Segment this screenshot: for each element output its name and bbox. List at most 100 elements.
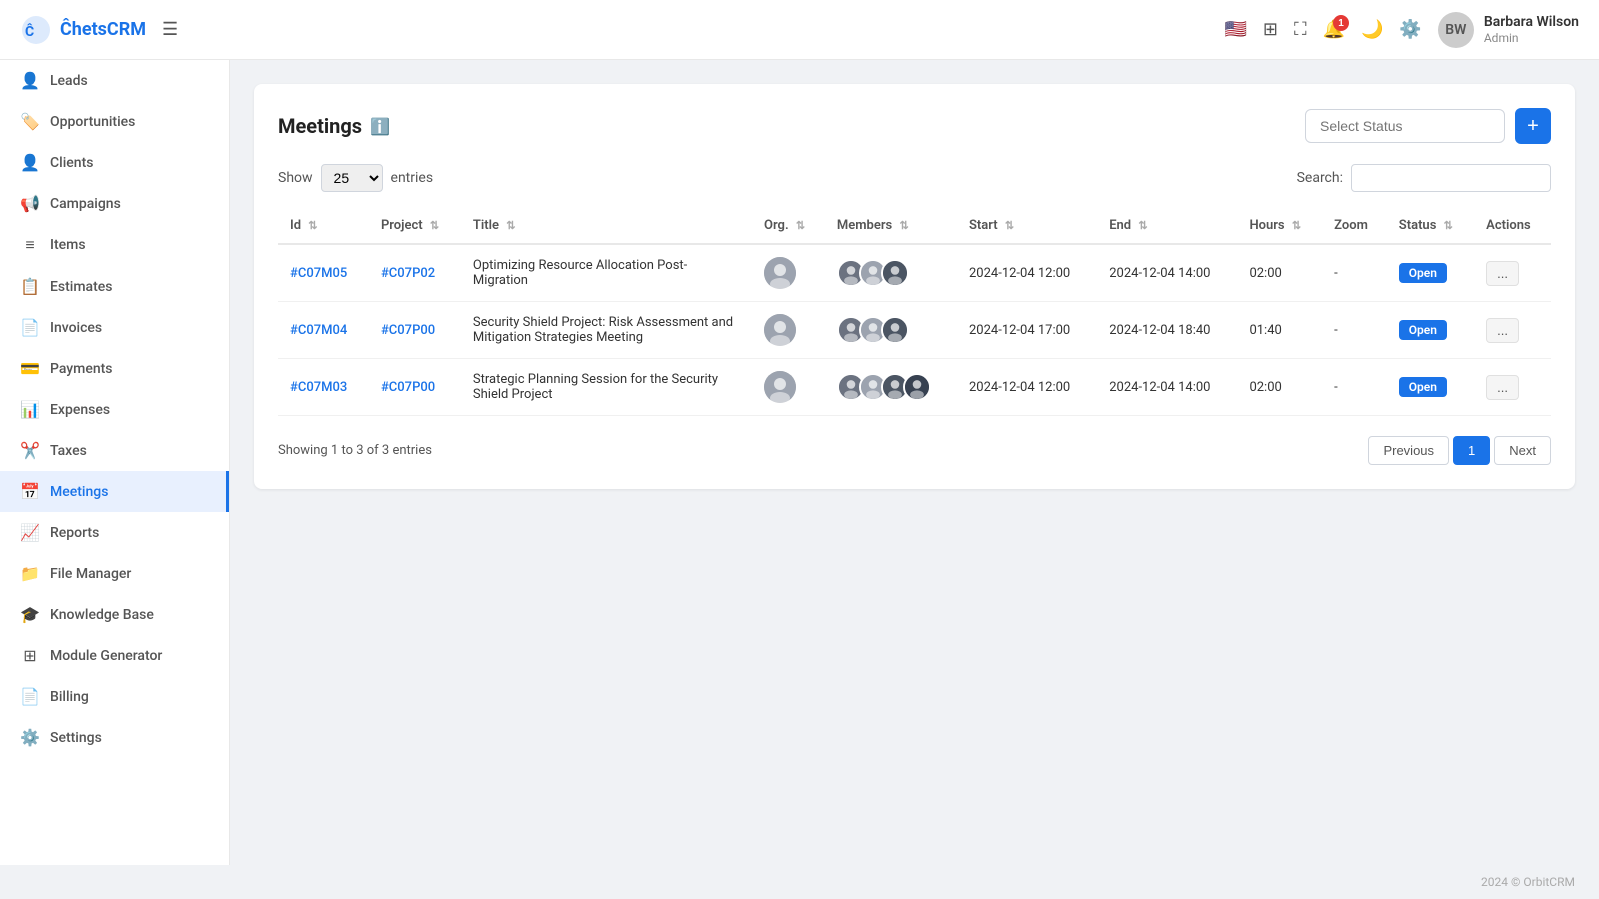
cell-actions: ... [1474, 244, 1551, 302]
member-avatars [837, 373, 945, 401]
sidebar-item-meetings[interactable]: 📅 Meetings [0, 471, 229, 512]
sidebar-item-payments[interactable]: 💳 Payments [0, 348, 229, 389]
sort-icon-title: ⇅ [506, 219, 515, 232]
hamburger-button[interactable]: ☰ [162, 19, 178, 40]
sidebar-item-clients[interactable]: 👤 Clients [0, 142, 229, 183]
cell-org [752, 302, 825, 359]
page-title-row: Meetings ℹ️ [278, 114, 390, 138]
cell-end: 2024-12-04 18:40 [1097, 302, 1237, 359]
sidebar-item-module-generator[interactable]: ⊞ Module Generator [0, 635, 229, 676]
sidebar-item-estimates[interactable]: 📋 Estimates [0, 266, 229, 307]
entries-select[interactable]: 102550100 [321, 164, 383, 192]
user-info: Barbara Wilson Admin [1484, 13, 1579, 47]
action-menu-button[interactable]: ... [1486, 318, 1519, 343]
nav-label-knowledge-base: Knowledge Base [50, 607, 154, 623]
add-meeting-button[interactable]: + [1515, 108, 1551, 144]
cell-end: 2024-12-04 14:00 [1097, 244, 1237, 302]
sidebar-item-invoices[interactable]: 📄 Invoices [0, 307, 229, 348]
search-label: Search: [1297, 170, 1343, 186]
previous-button[interactable]: Previous [1368, 436, 1449, 465]
nav-label-reports: Reports [50, 525, 99, 541]
meeting-id-link[interactable]: #C07M05 [290, 266, 347, 281]
sidebar-item-knowledge-base[interactable]: 🎓 Knowledge Base [0, 594, 229, 635]
sidebar-item-leads[interactable]: 👤 Leads [0, 60, 229, 101]
col-hours: Hours ⇅ [1237, 208, 1322, 244]
grid-button[interactable]: ⊞ [1263, 19, 1278, 40]
sort-icon-members: ⇅ [899, 219, 908, 232]
project-link[interactable]: #C07P02 [381, 266, 435, 281]
meeting-id-link[interactable]: #C07M04 [290, 323, 347, 338]
project-link[interactable]: #C07P00 [381, 323, 435, 338]
member-avatars [837, 316, 945, 344]
nav-label-taxes: Taxes [50, 443, 87, 459]
sidebar-item-campaigns[interactable]: 📢 Campaigns [0, 183, 229, 224]
col-title: Title ⇅ [461, 208, 752, 244]
nav-label-opportunities: Opportunities [50, 114, 135, 130]
cell-actions: ... [1474, 359, 1551, 416]
sort-icon-end: ⇅ [1138, 219, 1147, 232]
meeting-id-link[interactable]: #C07M03 [290, 380, 347, 395]
sidebar-item-items[interactable]: ≡ Items [0, 224, 229, 266]
col-project: Project ⇅ [369, 208, 461, 244]
table-head: Id ⇅ Project ⇅ Title ⇅ Org. ⇅ Members ⇅ … [278, 208, 1551, 244]
sort-icon-org: ⇅ [796, 219, 805, 232]
sidebar-item-taxes[interactable]: ✂️ Taxes [0, 430, 229, 471]
status-badge: Open [1399, 320, 1447, 340]
cell-id: #C07M04 [278, 302, 369, 359]
project-link[interactable]: #C07P00 [381, 380, 435, 395]
flag-icon: 🇺🇸 [1224, 19, 1246, 40]
search-input[interactable] [1351, 164, 1551, 192]
nav-label-invoices: Invoices [50, 320, 102, 336]
sidebar-item-file-manager[interactable]: 📁 File Manager [0, 553, 229, 594]
org-avatar [764, 371, 796, 403]
cell-start: 2024-12-04 12:00 [957, 244, 1097, 302]
sidebar-item-settings[interactable]: ⚙️ Settings [0, 717, 229, 758]
cell-status: Open [1387, 302, 1474, 359]
status-select[interactable] [1305, 109, 1505, 143]
pagination-buttons: Previous 1 Next [1368, 436, 1551, 465]
nav-label-payments: Payments [50, 361, 113, 377]
fullscreen-button[interactable]: ⛶ [1294, 19, 1307, 40]
action-menu-button[interactable]: ... [1486, 261, 1519, 286]
sidebar-item-reports[interactable]: 📈 Reports [0, 512, 229, 553]
nav-icon-invoices: 📄 [20, 318, 40, 337]
cell-title: Strategic Planning Session for the Secur… [461, 359, 752, 416]
user-name: Barbara Wilson [1484, 13, 1579, 31]
col-status: Status ⇅ [1387, 208, 1474, 244]
cell-hours: 02:00 [1237, 359, 1322, 416]
next-button[interactable]: Next [1494, 436, 1551, 465]
sidebar-item-opportunities[interactable]: 🏷️ Opportunities [0, 101, 229, 142]
nav-label-billing: Billing [50, 689, 89, 705]
nav-label-meetings: Meetings [50, 484, 108, 500]
col-id: Id ⇅ [278, 208, 369, 244]
language-button[interactable]: 🇺🇸 [1224, 19, 1246, 40]
notifications-button[interactable]: 🔔 1 [1323, 19, 1345, 40]
nav-icon-estimates: 📋 [20, 277, 40, 296]
action-menu-button[interactable]: ... [1486, 375, 1519, 400]
nav-icon-expenses: 📊 [20, 400, 40, 419]
org-avatar [764, 257, 796, 289]
dark-mode-button[interactable]: 🌙 [1361, 19, 1383, 40]
sidebar-item-billing[interactable]: 📄 Billing [0, 676, 229, 717]
sort-icon-id: ⇅ [308, 219, 317, 232]
member-avatar [903, 373, 931, 401]
sidebar-item-expenses[interactable]: 📊 Expenses [0, 389, 229, 430]
info-icon[interactable]: ℹ️ [370, 117, 390, 136]
hamburger-icon: ☰ [162, 19, 178, 39]
page-header: Meetings ℹ️ + [278, 108, 1551, 144]
cell-zoom: - [1322, 302, 1387, 359]
table-controls: Show 102550100 entries Search: [278, 164, 1551, 192]
page-1-button[interactable]: 1 [1453, 436, 1490, 465]
cell-org [752, 244, 825, 302]
nav-icon-taxes: ✂️ [20, 441, 40, 460]
table-header-row: Id ⇅ Project ⇅ Title ⇅ Org. ⇅ Members ⇅ … [278, 208, 1551, 244]
cell-status: Open [1387, 244, 1474, 302]
user-profile[interactable]: BW Barbara Wilson Admin [1438, 12, 1579, 48]
nav-icon-billing: 📄 [20, 687, 40, 706]
nav-label-file-manager: File Manager [50, 566, 131, 582]
settings-icon-button[interactable]: ⚙️ [1399, 19, 1421, 40]
footer-text: 2024 © OrbitCRM [1481, 875, 1575, 889]
nav-icon-items: ≡ [20, 235, 40, 255]
nav-label-campaigns: Campaigns [50, 196, 121, 212]
sort-icon-status: ⇅ [1444, 219, 1453, 232]
